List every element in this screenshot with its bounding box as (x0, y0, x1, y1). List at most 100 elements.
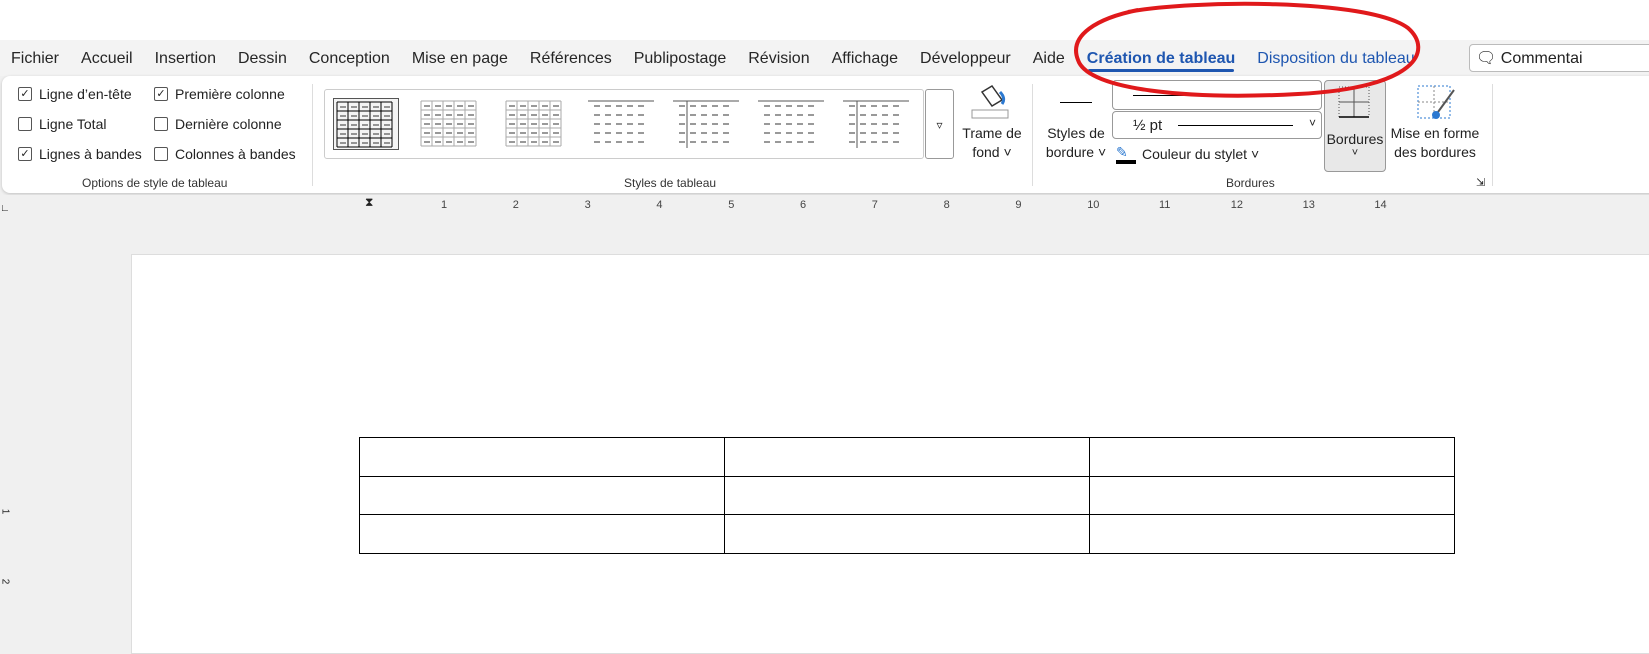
table-cell[interactable] (724, 437, 1090, 477)
shading-label: Trame de (962, 125, 1022, 141)
border-painter-label-2: des bordures (1394, 144, 1476, 160)
ruler-number: 2 (512, 199, 519, 211)
divider (312, 84, 313, 186)
ruler-number: 6 (800, 199, 807, 211)
table-style-option[interactable] (758, 98, 824, 150)
table-cell[interactable] (724, 514, 1090, 554)
border-painter-button[interactable]: Mise en forme des bordures (1387, 124, 1483, 162)
gallery-more-button[interactable]: ▿ (925, 89, 954, 159)
shading-label-2: fond ˅ (972, 144, 1012, 160)
checkbox-option[interactable]: ✓ Lignes à bandes (18, 146, 142, 162)
border-styles-label: Styles de (1047, 125, 1105, 141)
border-painter-label: Mise en forme (1390, 125, 1480, 141)
comments-button[interactable]: 🗨 Commentai (1469, 44, 1649, 72)
group-label-style-options: Options de style de tableau (82, 176, 228, 190)
horizontal-ruler[interactable]: ∟ ⧗ 1 2 3 4 5 6 7 8 9 10 11 12 13 14 (0, 195, 1649, 221)
line-weight-select[interactable]: ½ pt ˅ (1112, 111, 1322, 139)
ribbon-tabs: Fichier Accueil Insertion Dessin Conception M… (0, 40, 1649, 76)
table-style-option[interactable] (418, 98, 484, 150)
tab-context-0[interactable]: Création de tableau (1076, 40, 1246, 76)
checkbox[interactable] (18, 117, 32, 131)
border-painter-icon (1414, 82, 1458, 126)
tab-6[interactable]: Références (519, 40, 623, 76)
group-label-borders: Bordures (1226, 176, 1275, 190)
table-style-option[interactable] (588, 98, 654, 150)
table-cell[interactable] (724, 475, 1090, 515)
shading-button[interactable]: Trame de fond ˅ (952, 124, 1032, 162)
ruler-number: 4 (656, 199, 663, 211)
checkbox[interactable]: ✓ (18, 147, 32, 161)
tab-2[interactable]: Insertion (144, 40, 227, 76)
table-cell[interactable] (359, 514, 725, 554)
vruler-number: 2 (0, 578, 11, 585)
table-style-option[interactable] (333, 98, 399, 150)
ruler-number: 9 (1015, 199, 1022, 211)
tab-1[interactable]: Accueil (70, 40, 144, 76)
table-style-option[interactable] (843, 98, 909, 150)
table-cell[interactable] (1089, 514, 1455, 554)
tab-4[interactable]: Conception (298, 40, 401, 76)
checkbox-label: Première colonne (175, 86, 285, 102)
checkbox-label: Dernière colonne (175, 116, 282, 132)
borders-label: Bordures (1326, 131, 1384, 147)
table-row (359, 475, 1455, 515)
table-cell[interactable] (359, 437, 725, 477)
chevron-down-icon: ˅ (1308, 116, 1316, 130)
document-table[interactable] (359, 437, 1455, 554)
tab-7[interactable]: Publipostage (623, 40, 738, 76)
table-row (359, 514, 1455, 554)
line-style-preview (1060, 102, 1092, 103)
table-style-option[interactable] (503, 98, 569, 150)
tab-selector-icon[interactable]: ∟ (0, 203, 10, 214)
line-style-select[interactable] (1112, 80, 1322, 110)
ruler-number: 7 (871, 199, 878, 211)
vruler-number: 1 (0, 508, 11, 515)
vertical-ruler[interactable]: 1 2 (0, 221, 18, 619)
table-style-option[interactable] (673, 98, 739, 150)
tab-3[interactable]: Dessin (227, 40, 298, 76)
group-label-table-styles: Styles de tableau (624, 176, 717, 190)
ruler-number: 1 (441, 199, 448, 211)
title-bar-area (0, 0, 1649, 40)
table-row (359, 437, 1455, 477)
pen-color-label: Couleur du stylet ˅ (1142, 146, 1260, 162)
ruler-number: 5 (728, 199, 735, 211)
tab-11[interactable]: Aide (1022, 40, 1076, 76)
tab-5[interactable]: Mise en page (401, 40, 519, 76)
table-styles-gallery[interactable] (324, 89, 924, 159)
comments-label: Commentai (1500, 50, 1583, 67)
ruler-number: 14 (1374, 199, 1387, 211)
border-styles-button[interactable]: Styles de bordure ˅ (1040, 124, 1112, 162)
indent-marker-icon[interactable]: ⧗ (365, 195, 373, 210)
borders-button[interactable]: Bordures ˅ (1324, 80, 1386, 172)
checkbox-option[interactable]: Colonnes à bandes (154, 146, 296, 162)
checkbox[interactable] (154, 147, 168, 161)
checkbox[interactable] (154, 117, 168, 131)
ruler-number: 13 (1302, 199, 1315, 211)
divider (1032, 84, 1033, 186)
tab-0[interactable]: Fichier (0, 40, 70, 76)
paint-bucket-icon (970, 84, 1010, 122)
checkbox[interactable]: ✓ (154, 87, 168, 101)
checkbox[interactable]: ✓ (18, 87, 32, 101)
tab-9[interactable]: Affichage (821, 40, 909, 76)
tab-8[interactable]: Révision (737, 40, 820, 76)
checkbox-option[interactable]: ✓ Ligne d’en-tête (18, 86, 132, 102)
divider (1492, 84, 1493, 186)
table-cell[interactable] (359, 475, 725, 515)
ruler-number: 8 (943, 199, 950, 211)
dialog-launcher-icon[interactable]: ⇲ (1476, 176, 1485, 189)
checkbox-option[interactable]: Ligne Total (18, 116, 106, 132)
ruler-number: 10 (1087, 199, 1100, 211)
table-cell[interactable] (1089, 475, 1455, 515)
comment-icon: 🗨 (1476, 50, 1497, 67)
checkbox-label: Lignes à bandes (39, 146, 142, 162)
tab-context-1[interactable]: Disposition du tableau (1246, 40, 1425, 76)
table-cell[interactable] (1089, 437, 1455, 477)
borders-icon (1338, 86, 1370, 118)
tab-10[interactable]: Développeur (909, 40, 1022, 76)
checkbox-option[interactable]: ✓ Première colonne (154, 86, 285, 102)
checkbox-option[interactable]: Dernière colonne (154, 116, 282, 132)
line-weight-value: ½ pt (1133, 117, 1163, 134)
pen-color-button[interactable]: ✎ Couleur du stylet ˅ (1116, 144, 1259, 164)
